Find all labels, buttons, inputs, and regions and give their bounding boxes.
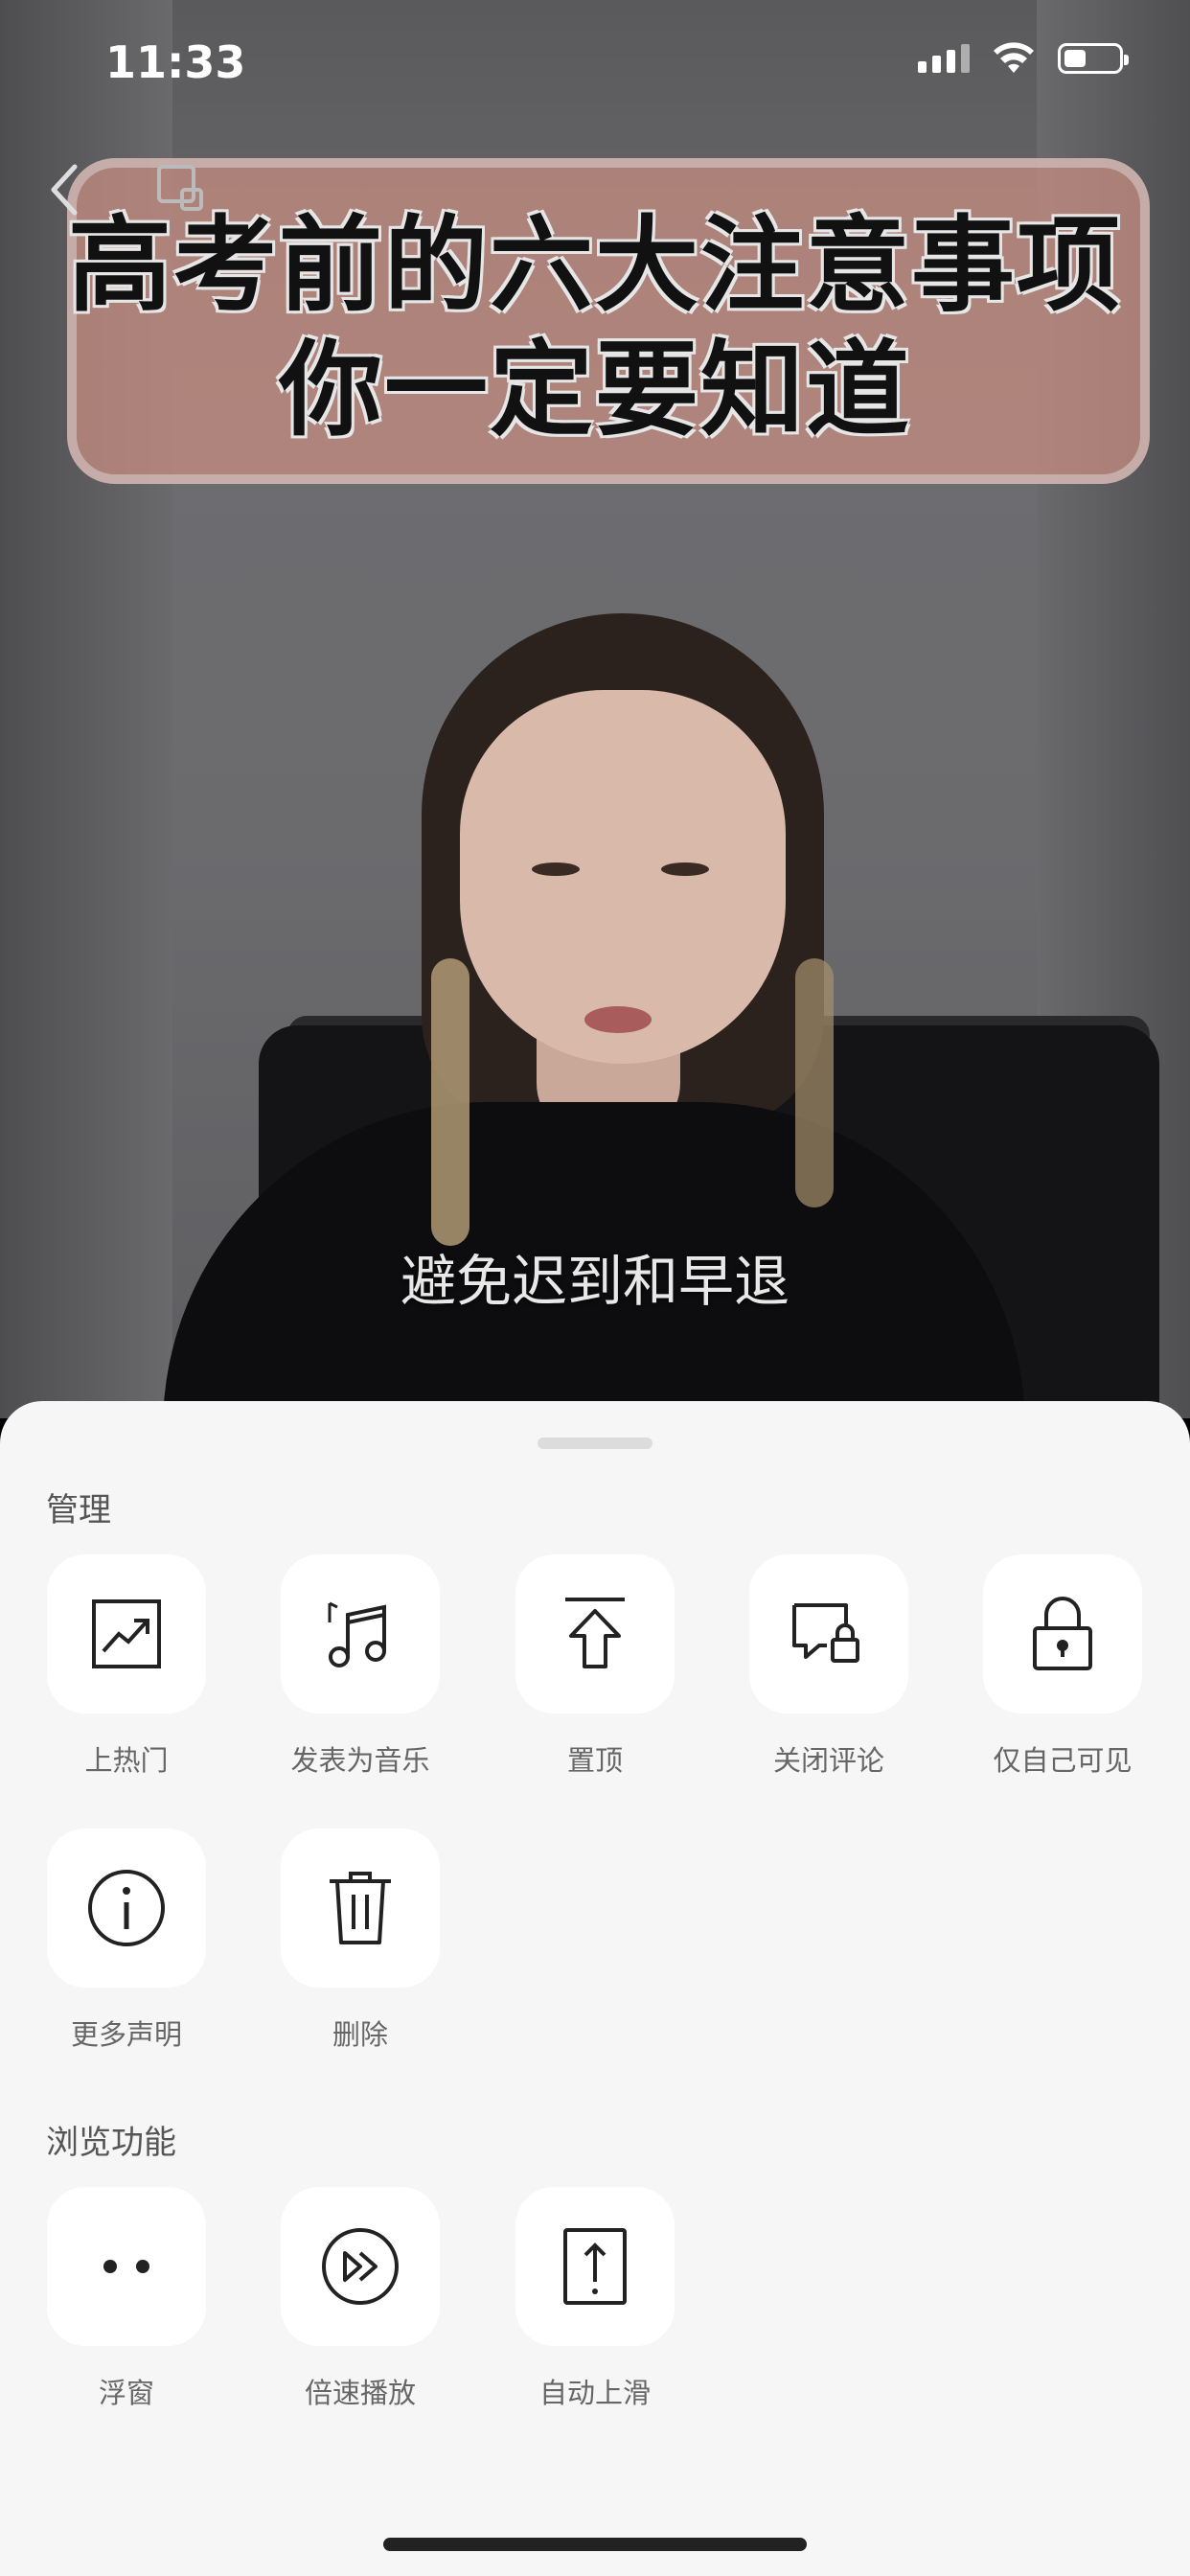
floating-window-icon xyxy=(103,2260,149,2273)
hot-tile[interactable] xyxy=(47,1554,206,1714)
person-mouth xyxy=(584,1006,652,1033)
pin-top-tile[interactable] xyxy=(515,1554,675,1714)
sheet-handle[interactable] xyxy=(538,1438,652,1449)
trending-up-icon xyxy=(92,1599,161,1668)
more-statement-button[interactable]: 更多声明 xyxy=(45,1828,208,2053)
playback-speed-tile[interactable] xyxy=(281,2187,440,2346)
section-title-manage: 管理 xyxy=(46,1491,111,1530)
music-note-icon xyxy=(328,1601,386,1668)
auto-scroll-button[interactable]: 自动上滑 xyxy=(514,2187,676,2411)
floating-window-button[interactable]: 浮窗 xyxy=(45,2187,208,2411)
lock-icon xyxy=(1033,1597,1092,1670)
section-title-browse: 浏览功能 xyxy=(46,2124,176,2162)
private-label: 仅自己可见 xyxy=(993,1744,1133,1777)
floating-window-tile[interactable] xyxy=(47,2187,206,2346)
delete-tile[interactable] xyxy=(281,1828,440,1988)
comment-lock-icon xyxy=(792,1603,859,1663)
publish-music-tile[interactable] xyxy=(281,1554,440,1714)
playback-speed-button[interactable]: 倍速播放 xyxy=(279,2187,442,2411)
auto-scroll-tile[interactable] xyxy=(515,2187,675,2346)
auto-scroll-label: 自动上滑 xyxy=(538,2377,651,2409)
delete-label: 删除 xyxy=(332,2018,388,2051)
private-tile[interactable] xyxy=(983,1554,1142,1714)
pin-top-button[interactable]: 置顶 xyxy=(514,1554,676,1779)
floating-window-label: 浮窗 xyxy=(98,2377,154,2409)
home-indicator[interactable] xyxy=(383,2538,807,2551)
more-statement-tile[interactable] xyxy=(47,1828,206,1988)
status-time: 11:33 xyxy=(105,36,246,88)
person-eye xyxy=(661,862,709,876)
person-hair xyxy=(431,958,469,1246)
close-comments-label: 关闭评论 xyxy=(772,1744,884,1777)
delete-button[interactable]: 删除 xyxy=(279,1828,442,2053)
video-title-line2: 你一定要知道 xyxy=(278,331,911,450)
pin-top-icon xyxy=(565,1598,625,1668)
pin-top-label: 置顶 xyxy=(566,1744,623,1777)
playback-speed-label: 倍速播放 xyxy=(304,2377,416,2409)
close-comments-tile[interactable] xyxy=(749,1554,908,1714)
person-eye xyxy=(532,862,580,876)
hot-label: 上热门 xyxy=(84,1744,169,1777)
private-button[interactable]: 仅自己可见 xyxy=(981,1554,1144,1779)
video-subtitle: 避免迟到和早退 xyxy=(400,1249,790,1314)
back-icon[interactable] xyxy=(42,161,90,218)
window-icon[interactable] xyxy=(153,161,211,218)
battery-icon xyxy=(1058,43,1129,74)
info-icon xyxy=(88,1870,165,1946)
cellular-signal-icon xyxy=(918,44,970,73)
fast-forward-icon xyxy=(322,2228,399,2305)
trash-icon xyxy=(330,1872,391,1944)
publish-music-button[interactable]: 发表为音乐 xyxy=(279,1554,442,1779)
publish-music-label: 发表为音乐 xyxy=(290,1744,430,1777)
auto-scroll-up-icon xyxy=(563,2228,627,2305)
wifi-icon xyxy=(994,42,1034,73)
more-statement-label: 更多声明 xyxy=(70,2018,182,2051)
close-comments-button[interactable]: 关闭评论 xyxy=(747,1554,910,1779)
status-icons xyxy=(918,42,1129,75)
person-hair xyxy=(795,958,834,1208)
hot-button[interactable]: 上热门 xyxy=(45,1554,208,1779)
